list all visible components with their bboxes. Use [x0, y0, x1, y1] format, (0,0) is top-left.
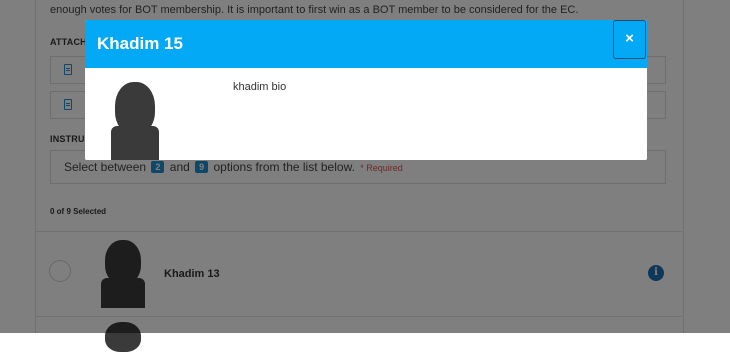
avatar: [107, 82, 163, 160]
close-button[interactable]: ×: [613, 20, 646, 59]
candidate-bio: khadim bio: [233, 81, 287, 93]
candidate-modal: Khadim 15 × khadim bio: [85, 20, 647, 160]
modal-header: Khadim 15 ×: [85, 20, 647, 68]
modal-body: khadim bio: [85, 68, 647, 160]
modal-title: Khadim 15: [97, 34, 183, 53]
